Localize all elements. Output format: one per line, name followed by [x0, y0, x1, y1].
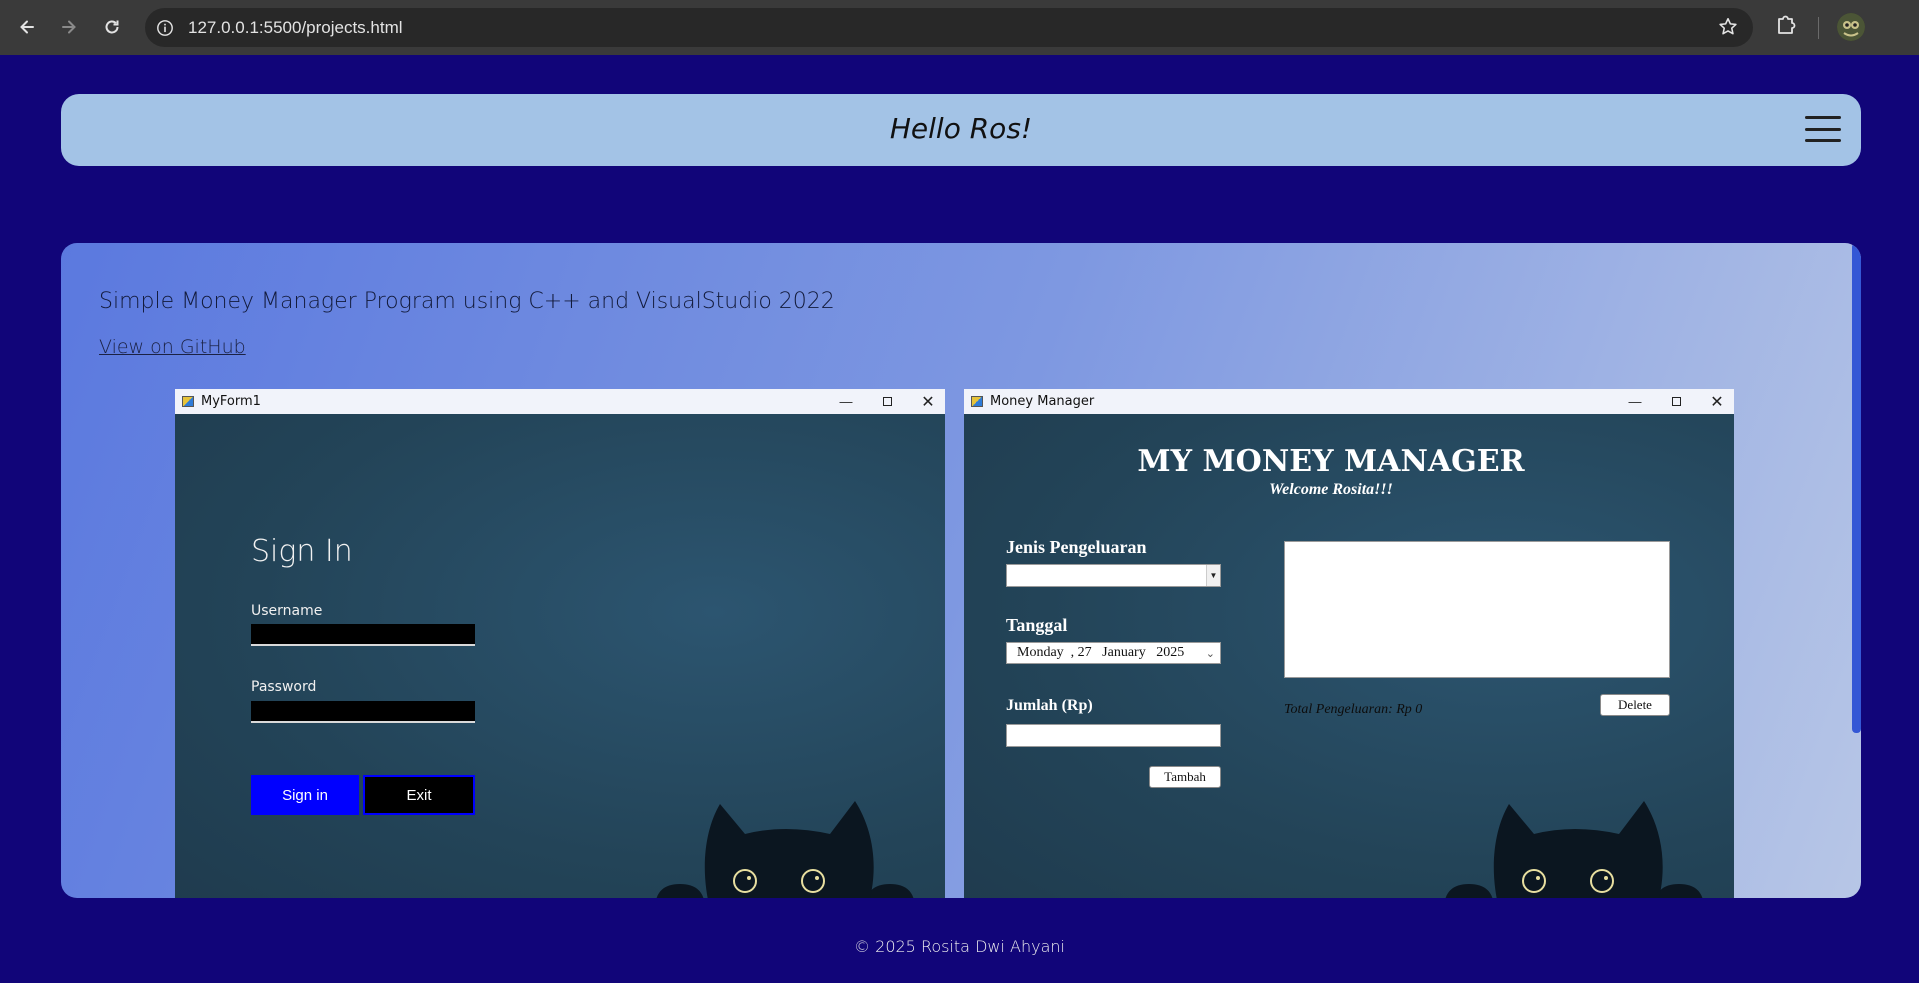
total-expense-text: Total Pengeluaran: Rp 0 [1284, 702, 1423, 717]
money-heading: MY MONEY MANAGER [1137, 444, 1525, 479]
maximize-icon [872, 389, 902, 414]
hamburger-menu-icon[interactable] [1805, 116, 1841, 142]
date-value: Monday , 27 January 2025 [1017, 645, 1185, 660]
amount-label: Jumlah (Rp) [1006, 697, 1093, 714]
maximize-icon [1661, 389, 1691, 414]
project-title: Simple Money Manager Program using C++ a… [99, 289, 835, 314]
signin-button: Sign in [251, 775, 359, 815]
reload-button[interactable] [95, 10, 129, 44]
cat-illustration [656, 801, 914, 898]
close-icon: ✕ [921, 393, 935, 411]
password-field [251, 701, 475, 723]
date-picker: Monday , 27 January 2025 ⌄ [1006, 642, 1221, 664]
window-title: MyForm1 [201, 394, 261, 409]
username-field [251, 624, 475, 646]
expense-list-box [1284, 541, 1670, 678]
amount-field [1006, 724, 1221, 747]
reload-icon [105, 20, 119, 34]
github-link[interactable]: View on GitHub [99, 336, 246, 358]
expense-type-label: Jenis Pengeluaran [1006, 537, 1147, 557]
profile-avatar[interactable] [1837, 13, 1865, 41]
site-info-icon[interactable] [154, 17, 176, 39]
dropdown-arrow-icon: ▼ [1206, 565, 1220, 586]
minimize-icon: — [839, 394, 853, 409]
toolbar-divider [1818, 17, 1819, 39]
bookmark-star-icon[interactable] [1717, 16, 1739, 38]
password-label: Password [251, 679, 317, 695]
app-icon [182, 396, 194, 407]
welcome-text: Welcome Rosita!!! [1269, 481, 1393, 498]
minimize-icon: — [1628, 394, 1642, 409]
cat-illustration [1445, 801, 1703, 898]
window-titlebar: MyForm1 — ✕ [175, 389, 945, 414]
money-manager-window: Money Manager — ✕ MY MONEY MANAGER Welco… [964, 389, 1734, 898]
project-card: Simple Money Manager Program using C++ a… [61, 243, 1861, 898]
card-scrollbar[interactable] [1852, 243, 1861, 898]
date-label: Tanggal [1006, 615, 1068, 635]
browser-toolbar: 127.0.0.1:5500/projects.html [0, 0, 1919, 55]
chevron-down-icon: ⌄ [1205, 648, 1215, 660]
signin-form-area: Sign In Username Password Sign in Exit [175, 414, 945, 898]
username-label: Username [251, 603, 323, 619]
window-titlebar: Money Manager — ✕ [964, 389, 1734, 414]
exit-button: Exit [363, 775, 475, 815]
close-icon: ✕ [1710, 393, 1724, 411]
site-header: Hello Ros! [61, 94, 1861, 166]
arrow-left-icon [20, 20, 34, 34]
app-icon [971, 396, 983, 407]
back-button[interactable] [10, 10, 44, 44]
header-title: Hello Ros! [889, 112, 1033, 145]
address-bar[interactable]: 127.0.0.1:5500/projects.html [145, 8, 1753, 47]
arrow-right-icon [62, 20, 76, 34]
footer-copyright: © 2025 Rosita Dwi Ahyani [854, 937, 1065, 956]
signin-heading: Sign In [251, 534, 353, 569]
delete-button: Delete [1600, 694, 1670, 716]
scrollbar-thumb[interactable] [1852, 243, 1861, 733]
extensions-puzzle-icon[interactable] [1775, 12, 1797, 36]
window-title: Money Manager [990, 394, 1095, 409]
expense-type-dropdown: ▼ [1006, 564, 1221, 587]
money-form-area: MY MONEY MANAGER Welcome Rosita!!! Jenis… [964, 414, 1734, 898]
signin-window: MyForm1 — ✕ Sign In Username Password Si… [175, 389, 945, 898]
url-text[interactable]: 127.0.0.1:5500/projects.html [188, 18, 403, 38]
forward-button[interactable] [52, 10, 86, 44]
add-button: Tambah [1149, 766, 1221, 788]
